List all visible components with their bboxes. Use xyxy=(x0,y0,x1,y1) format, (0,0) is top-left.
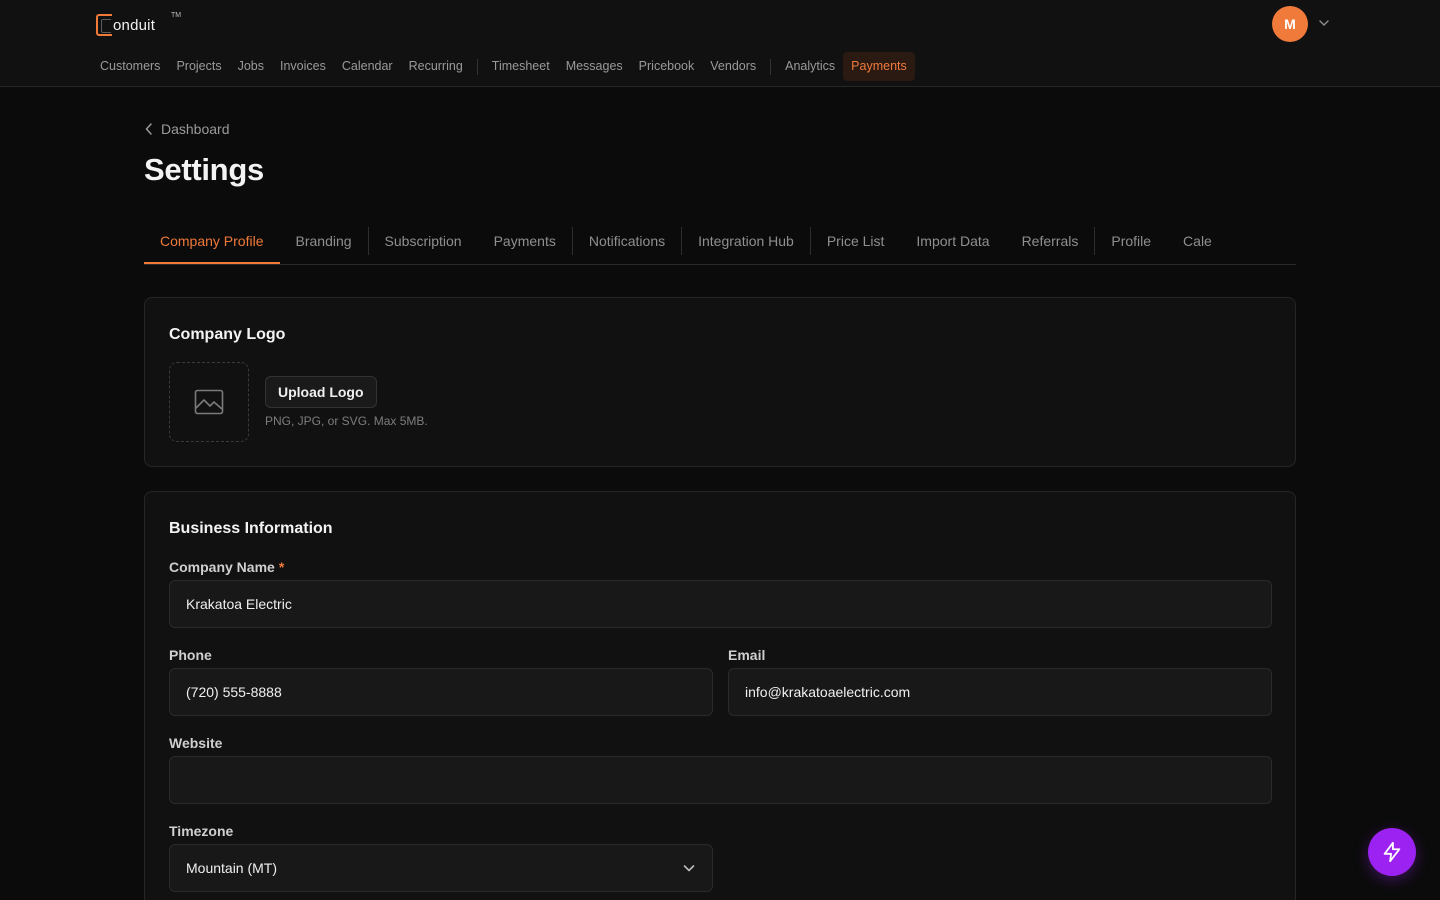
page-title: Settings xyxy=(144,152,264,187)
email-input[interactable] xyxy=(728,668,1272,716)
phone-input[interactable] xyxy=(169,668,713,716)
main-navigation: Customers Projects Jobs Invoices Calendar Rec… xyxy=(92,52,915,81)
company-logo-title: Company Logo xyxy=(169,326,286,343)
upload-hint: PNG, JPG, or SVG. Max 5MB. xyxy=(265,414,428,428)
tab-profile[interactable]: Profile xyxy=(1095,222,1167,264)
chevron-down-icon[interactable] xyxy=(1317,16,1331,30)
top-header: onduit TM M Customers Projects Jobs Invoice… xyxy=(0,0,1440,87)
nav-item-jobs[interactable]: Jobs xyxy=(230,52,272,81)
company-logo-card: Company Logo Upload Logo PNG, JPG, or SV… xyxy=(144,297,1296,467)
phone-label: Phone xyxy=(169,647,212,663)
chevron-left-icon xyxy=(145,123,152,135)
company-name-label: Company Name * xyxy=(169,559,285,575)
nav-item-recurring[interactable]: Recurring xyxy=(401,52,471,81)
website-input[interactable] xyxy=(169,756,1272,804)
nav-item-messages[interactable]: Messages xyxy=(558,52,631,81)
business-information-title: Business Information xyxy=(169,520,333,537)
avatar-initial: M xyxy=(1284,16,1296,32)
tab-company-profile[interactable]: Company Profile xyxy=(144,222,280,264)
breadcrumb[interactable]: Dashboard xyxy=(145,120,230,138)
tab-payments[interactable]: Payments xyxy=(478,222,572,264)
nav-item-timesheet[interactable]: Timesheet xyxy=(484,52,558,81)
website-label: Website xyxy=(169,735,223,751)
upload-logo-button[interactable]: Upload Logo xyxy=(265,376,377,408)
tab-import-data[interactable]: Import Data xyxy=(900,222,1005,264)
nav-item-payments[interactable]: Payments xyxy=(843,52,915,81)
trademark-mark: TM xyxy=(171,12,182,19)
tab-price-list[interactable]: Price List xyxy=(811,222,901,264)
quick-action-button[interactable] xyxy=(1368,828,1416,876)
tab-subscription[interactable]: Subscription xyxy=(369,222,478,264)
lightning-bolt-icon xyxy=(1383,841,1401,863)
timezone-label: Timezone xyxy=(169,823,234,839)
nav-item-pricebook[interactable]: Pricebook xyxy=(631,52,703,81)
required-asterisk: * xyxy=(278,559,285,575)
nav-item-calendar[interactable]: Calendar xyxy=(334,52,401,81)
tab-cale[interactable]: Cale xyxy=(1167,222,1228,264)
nav-item-analytics[interactable]: Analytics xyxy=(777,52,843,81)
user-avatar[interactable]: M xyxy=(1272,6,1308,42)
nav-item-projects[interactable]: Projects xyxy=(168,52,229,81)
company-name-input[interactable] xyxy=(169,580,1272,628)
nav-item-invoices[interactable]: Invoices xyxy=(272,52,334,81)
logo-dropzone[interactable] xyxy=(169,362,249,442)
timezone-select[interactable]: Mountain (MT) xyxy=(169,844,713,892)
nav-separator xyxy=(770,58,772,75)
conduit-logo-icon xyxy=(96,14,112,36)
business-information-card: Business Information Company Name* Phone… xyxy=(144,491,1296,900)
email-label: Email xyxy=(728,647,766,663)
nav-item-customers[interactable]: Customers xyxy=(92,52,168,81)
tab-branding[interactable]: Branding xyxy=(280,222,368,264)
tab-integration-hub[interactable]: Integration Hub xyxy=(682,222,810,264)
nav-item-vendors[interactable]: Vendors xyxy=(702,52,764,81)
brand-name: onduit xyxy=(113,16,156,34)
brand-logo[interactable]: onduit TM xyxy=(96,12,181,37)
tab-referrals[interactable]: Referrals xyxy=(1006,222,1095,264)
nav-separator xyxy=(476,58,478,75)
settings-tabs: Company Profile Branding Subscription Payme… xyxy=(144,222,1296,265)
breadcrumb-dashboard[interactable]: Dashboard xyxy=(161,121,230,137)
timezone-value: Mountain (MT) xyxy=(186,860,278,876)
image-placeholder-icon xyxy=(194,389,224,415)
chevron-down-icon xyxy=(683,865,695,872)
tab-notifications[interactable]: Notifications xyxy=(573,222,681,264)
